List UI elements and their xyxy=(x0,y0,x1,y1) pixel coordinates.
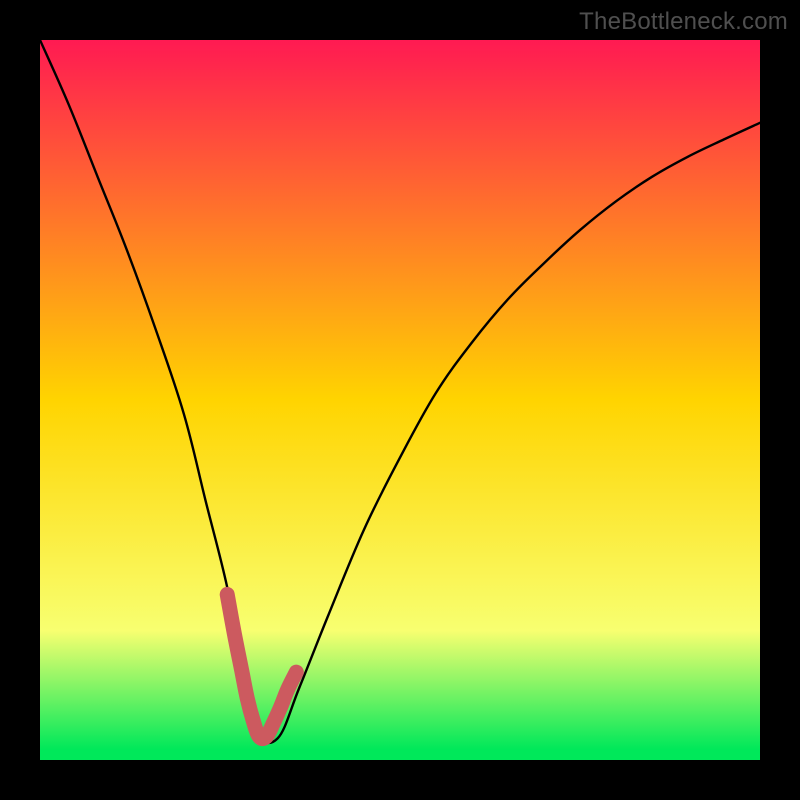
watermark-text: TheBottleneck.com xyxy=(579,8,788,36)
chart-frame: TheBottleneck.com xyxy=(0,0,800,800)
sweet-spot-marker xyxy=(227,594,296,738)
plot-area xyxy=(40,40,760,760)
curve-layer xyxy=(40,40,760,760)
bottleneck-curve xyxy=(40,40,760,743)
